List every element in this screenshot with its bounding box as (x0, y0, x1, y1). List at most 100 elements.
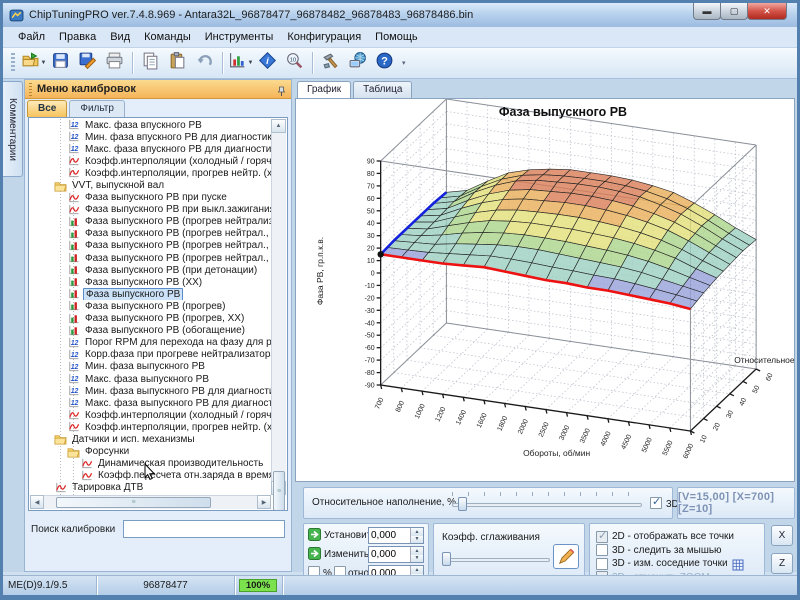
slider-track[interactable] (452, 503, 642, 507)
tree-item[interactable]: Фаза выпускного РВ (ХХ) (30, 276, 271, 288)
tree-item[interactable]: 12Мин. фаза впускного РВ для диагностики (30, 131, 271, 143)
smoothing-label: Коэфф. сглаживания (442, 532, 540, 543)
tree-item[interactable]: Фаза выпускного РВ (прогрев нейтрал., ХХ… (30, 240, 271, 252)
tree-item[interactable]: Фаза выпускного РВ (прогрев нейтрализато… (30, 216, 271, 228)
svg-text:10: 10 (367, 258, 375, 265)
print-button[interactable] (101, 50, 128, 76)
tree-item[interactable]: 12Макс. фаза впускного РВ для диагностик… (30, 143, 271, 155)
menu-item-1[interactable]: Файл (11, 28, 52, 46)
change-value-input[interactable] (369, 547, 410, 562)
z-axis-button[interactable]: Z (771, 553, 793, 574)
save-edit-button[interactable] (74, 50, 101, 76)
tree-item[interactable]: Фаза выпускного РВ (прогрев нейтрал., ХХ… (30, 252, 271, 264)
tree-item[interactable]: Фаза выпускного РВ (прогрев нейтрал., хо… (30, 228, 271, 240)
spinner-arrows[interactable]: ▲▼ (410, 528, 423, 543)
calibration-panel-header[interactable]: Меню калибровок (25, 80, 291, 99)
chart-button[interactable]: ▼ (227, 50, 254, 76)
tab-graph[interactable]: График (297, 81, 351, 98)
menu-item-4[interactable]: Команды (137, 28, 198, 46)
tree-item[interactable]: Фаза выпускного РВ при пуске (30, 192, 271, 204)
tree-item[interactable]: 12Корр.фаза при прогреве нейтрализатора (30, 349, 271, 361)
display-option-row: 2D - отображать все точки (596, 528, 764, 542)
load-slider[interactable] (452, 497, 642, 511)
open-button[interactable]: ▼ (20, 50, 47, 76)
menu-item-6[interactable]: Конфигурация (280, 28, 368, 46)
scroll-left-arrow[interactable]: ◀ (30, 495, 44, 509)
tree-item[interactable]: 12Макс. фаза выпускного РВ (30, 373, 271, 385)
info-button[interactable]: i (254, 50, 281, 76)
tab-все[interactable]: Все (27, 100, 67, 117)
surface-plot[interactable]: -90-80-70-60-50-40-30-20-100102030405060… (296, 99, 794, 481)
tab-comments[interactable]: Комментарии (3, 81, 23, 177)
tree-item[interactable]: Фаза выпускного РВ (при детонации) (30, 264, 271, 276)
tree-item[interactable]: Фаза выпускного РВ (прогрев) (30, 300, 271, 312)
scroll-right-arrow[interactable]: ▶ (257, 495, 271, 509)
network-button[interactable] (344, 50, 371, 76)
copy-button[interactable] (137, 50, 164, 76)
tree-item[interactable]: Тарировка ДТВ (30, 482, 271, 494)
tree-item[interactable]: VVT, выпускной вал (30, 179, 271, 191)
tree-horizontal-scrollbar[interactable]: ◀ ▶ ≡ (30, 495, 271, 509)
edit-curve-button[interactable] (553, 544, 579, 569)
horizontal-scroll-thumb[interactable]: ≡ (56, 497, 211, 508)
help-button[interactable]: ? (371, 50, 398, 76)
search-input[interactable] (123, 520, 285, 538)
tree-item-label: Фаза выпускного РВ (ХХ) (83, 277, 204, 288)
tree-item[interactable]: Фаза выпускного РВ при выкл.зажигания (30, 204, 271, 216)
menu-item-5[interactable]: Инструменты (198, 28, 281, 46)
menu-item-7[interactable]: Помощь (368, 28, 425, 46)
pin-icon[interactable] (276, 84, 287, 95)
zoom-10-button[interactable]: 10 (281, 50, 308, 76)
close-button[interactable]: ✕ (747, 3, 787, 20)
scroll-up-arrow[interactable]: ▲ (271, 119, 286, 133)
checkbox-display-option-1[interactable] (596, 531, 608, 543)
tab-фильтр[interactable]: Фильтр (69, 100, 125, 117)
save-button[interactable] (47, 50, 74, 76)
tree-item[interactable]: 12Мин. фаза выпускного РВ (30, 361, 271, 373)
menu-item-3[interactable]: Вид (103, 28, 137, 46)
svg-text:12: 12 (71, 146, 79, 153)
slider-track[interactable] (442, 558, 550, 562)
tree-item-selected[interactable]: Фаза выпускного РВ (30, 288, 271, 300)
tree-item-label: Динамическая производительность (96, 458, 265, 469)
checkbox-3d-view[interactable] (650, 497, 662, 509)
tree-item[interactable]: Датчики и исп. механизмы (30, 433, 271, 445)
tree-item[interactable]: 12Порог RPM для перехода на фазу для реж… (30, 337, 271, 349)
dropdown-arrow-icon[interactable]: ▼ (41, 60, 47, 66)
tree-item[interactable]: Фаза выпускного РВ (прогрев, ХХ) (30, 313, 271, 325)
tree-item[interactable]: 12Макс. фаза впускного РВ (30, 119, 271, 131)
change-value-spinner[interactable]: ▲▼ (368, 546, 424, 563)
tree-item[interactable]: Коэфф.интерполяции (холодный / горячий ) (30, 409, 271, 421)
slider-thumb[interactable] (458, 497, 467, 511)
checkbox-display-option-2[interactable] (596, 544, 608, 556)
tree-item[interactable]: 12Макс. фаза выпускного РВ для диагности… (30, 397, 271, 409)
tools-button[interactable] (317, 50, 344, 76)
tree-vertical-scrollbar[interactable]: ▲ ▼ ≡ (271, 119, 286, 495)
tree-item[interactable]: Форсунки (30, 446, 271, 458)
smoothing-slider[interactable] (442, 552, 550, 566)
checkbox-display-option-3[interactable] (596, 558, 608, 570)
dropdown-arrow-icon[interactable]: ▼ (248, 60, 254, 66)
maximize-button[interactable]: ▢ (720, 3, 748, 20)
menu-item-2[interactable]: Правка (52, 28, 103, 46)
tab-table[interactable]: Таблица (353, 81, 412, 98)
tree-item[interactable]: Фаза выпускного РВ (обогащение) (30, 325, 271, 337)
set-value-spinner[interactable]: ▲▼ (368, 527, 424, 544)
change-arrow-icon[interactable] (308, 547, 321, 560)
paste-button[interactable] (164, 50, 191, 76)
tree-item[interactable]: 12Мин. фаза выпускного РВ для диагностик… (30, 385, 271, 397)
x-axis-button[interactable]: X (771, 525, 793, 546)
tree-item[interactable]: Коэфф.интерполяции, прогрев нейтр. (холо… (30, 421, 271, 433)
undo-button[interactable] (191, 50, 218, 76)
set-value-input[interactable] (369, 528, 410, 543)
spinner-arrows[interactable]: ▲▼ (410, 547, 423, 562)
minimize-button[interactable]: ▬ (693, 3, 721, 20)
title-bar[interactable]: ChipTuningPRO ver.7.4.8.969 - Antara32L_… (3, 3, 797, 27)
calibration-panel: Меню калибровок ВсеФильтр 12Макс. фаза в… (24, 79, 292, 572)
vertical-scroll-thumb[interactable]: ≡ (273, 471, 285, 511)
toolbar-overflow-icon[interactable]: ▾ (402, 59, 406, 67)
set-arrow-icon[interactable] (308, 528, 321, 541)
tree-item[interactable]: Коэфф.интерполяции (холодный / горячий ) (30, 155, 271, 167)
tree-item[interactable]: Коэфф.интерполяции, прогрев нейтр. (холо… (30, 167, 271, 179)
slider-thumb[interactable] (442, 552, 451, 566)
